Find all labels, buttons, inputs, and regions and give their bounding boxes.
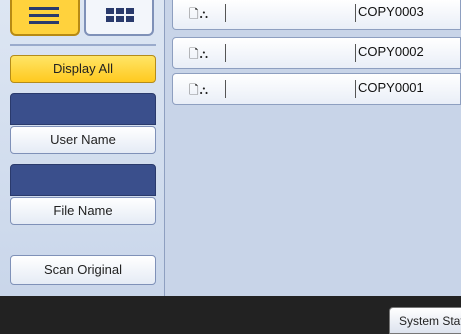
thumbnail-view-button[interactable] — [84, 0, 154, 36]
list-item[interactable]: 🗋⛬ COPY0002 — [172, 37, 461, 69]
list-view-button[interactable] — [10, 0, 80, 36]
document-icon: 🗋⛬ — [189, 83, 210, 97]
file-name: COPY0003 — [355, 4, 424, 22]
document-icon: 🗋⛬ — [189, 47, 210, 61]
divider — [225, 4, 226, 22]
list-item[interactable]: 🗋⛬ COPY0001 — [172, 73, 461, 105]
file-name-filter-box — [10, 164, 156, 196]
file-list: 🗋⛬ COPY0003 🗋⛬ COPY0002 🗋⛬ COPY0001 — [165, 0, 461, 296]
thumbnail-view-icon — [106, 8, 134, 22]
file-name-button[interactable]: File Name — [10, 197, 156, 225]
file-name: COPY0001 — [355, 80, 424, 98]
divider — [225, 80, 226, 98]
user-name-filter-box — [10, 93, 156, 125]
user-name-button[interactable]: User Name — [10, 126, 156, 154]
list-item[interactable]: 🗋⛬ COPY0003 — [172, 0, 461, 30]
system-status-button[interactable]: System Status — [389, 307, 461, 334]
display-all-button[interactable]: Display All — [10, 55, 156, 83]
scan-original-button[interactable]: Scan Original — [10, 255, 156, 285]
divider — [225, 44, 226, 62]
sidebar: Display All User Name File Name Scan Ori… — [0, 0, 165, 296]
separator — [10, 44, 156, 46]
list-view-icon — [29, 7, 59, 24]
file-name: COPY0002 — [355, 44, 424, 62]
document-icon: 🗋⛬ — [189, 7, 210, 21]
